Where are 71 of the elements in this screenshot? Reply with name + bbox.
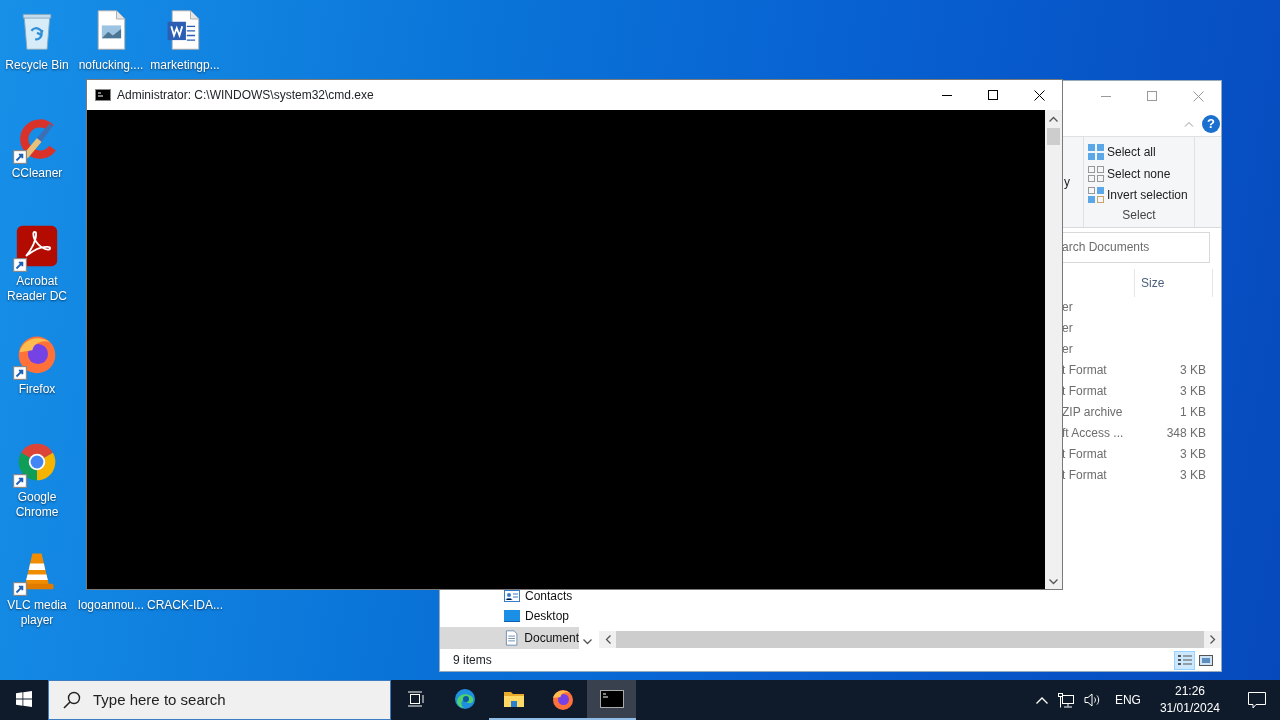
desktop-icon[interactable]: CCleaner [0,114,74,181]
desktop-icon[interactable]: VLC media player [0,546,74,628]
desktop-icon[interactable]: Firefox [0,330,74,397]
select-none-icon [1088,165,1104,182]
search-icon [63,691,81,709]
ribbon-button[interactable]: Select none [1084,162,1194,185]
search-field[interactable]: Type here to search [91,687,371,713]
scroll-down-icon[interactable] [1049,579,1058,585]
invert-selection-icon [1088,187,1104,204]
windows-logo-icon[interactable] [16,691,32,707]
select-all-icon [1088,143,1104,160]
table-cell-text: er [1062,320,1074,337]
ribbon-button[interactable]: Select all [1084,141,1194,163]
scroll-up-icon[interactable] [1049,116,1058,122]
speaker-icon [1083,693,1101,707]
taskbar-button[interactable] [587,680,636,720]
table-cell-text: 1 KB [1179,404,1206,421]
maximize-icon [988,90,998,100]
close-icon [1192,90,1204,102]
taskbar-search-bar[interactable]: Type here to search [48,680,391,720]
desktop-icon[interactable]: Recycle Bin [0,6,74,73]
desktop-icon[interactable]: marketingp... [148,6,222,73]
desktop-icon[interactable]: Google Chrome [0,438,74,520]
close-icon [1033,89,1045,101]
ribbon-label: y [1063,174,1071,191]
vertical-scrollbar[interactable] [1045,110,1062,589]
table-cell-text: 3 KB [1179,467,1206,484]
table-cell-text: er [1062,341,1074,358]
network-icon [1057,692,1074,708]
table-cell-text: 3 KB [1179,446,1206,463]
firefox-icon [550,687,575,711]
view-button[interactable] [1174,650,1195,670]
table-cell-text: ft Access ... [1062,425,1125,442]
help-button[interactable]: ? [1202,114,1220,133]
document-icon [504,630,520,646]
table-cell-text: er [1062,299,1074,316]
scroll-right-icon[interactable] [1209,635,1216,644]
clock-button[interactable]: 21:26 31/01/2024 [1149,683,1230,717]
desktop-icon [504,608,520,624]
console-icon [95,89,111,101]
table-cell-text: 3 KB [1179,383,1206,400]
scrollbar-thumb[interactable] [1047,128,1060,145]
table-cell-text: 3 KB [1179,362,1206,379]
status-text: 9 items [453,652,492,669]
details-view-icon [1177,654,1192,666]
table-cell-text: ZIP archive [1062,404,1124,421]
column-header[interactable]: Size [1134,269,1213,297]
scroll-left-icon[interactable] [604,635,611,644]
task-view-icon [406,691,425,707]
pdf-icon [15,224,59,268]
edge-icon [452,687,477,711]
horizontal-scrollbar[interactable] [599,631,1221,648]
desktop-icon[interactable]: CRACK-IDA... [148,598,222,613]
message-icon [1248,691,1266,709]
desktop-icon[interactable]: Acrobat Reader DC [0,222,74,304]
language-button[interactable]: ENG [1105,691,1150,709]
console-icon [599,687,624,711]
large-icons-view-icon [1198,654,1213,666]
maximize-icon [1147,91,1157,101]
table-cell-text: 348 KB [1165,425,1206,442]
search-field[interactable]: arch Documents [1062,231,1210,263]
desktop-icon[interactable]: nofucking.... [74,6,148,73]
scroll-down-icon[interactable] [583,639,592,645]
window-title: Administrator: C:\WINDOWS\system32\cmd.exe [117,87,374,104]
ribbon-button[interactable]: Invert selection [1084,184,1194,206]
chevron-up-icon [1035,696,1048,704]
nav-item[interactable]: Contacts [440,586,579,606]
nav-item[interactable]: Document [440,627,579,649]
desktop-icon[interactable]: logoannou... [74,598,148,613]
nav-item[interactable]: Desktop [440,606,579,626]
ribbon-group-label: Select [1121,207,1157,224]
